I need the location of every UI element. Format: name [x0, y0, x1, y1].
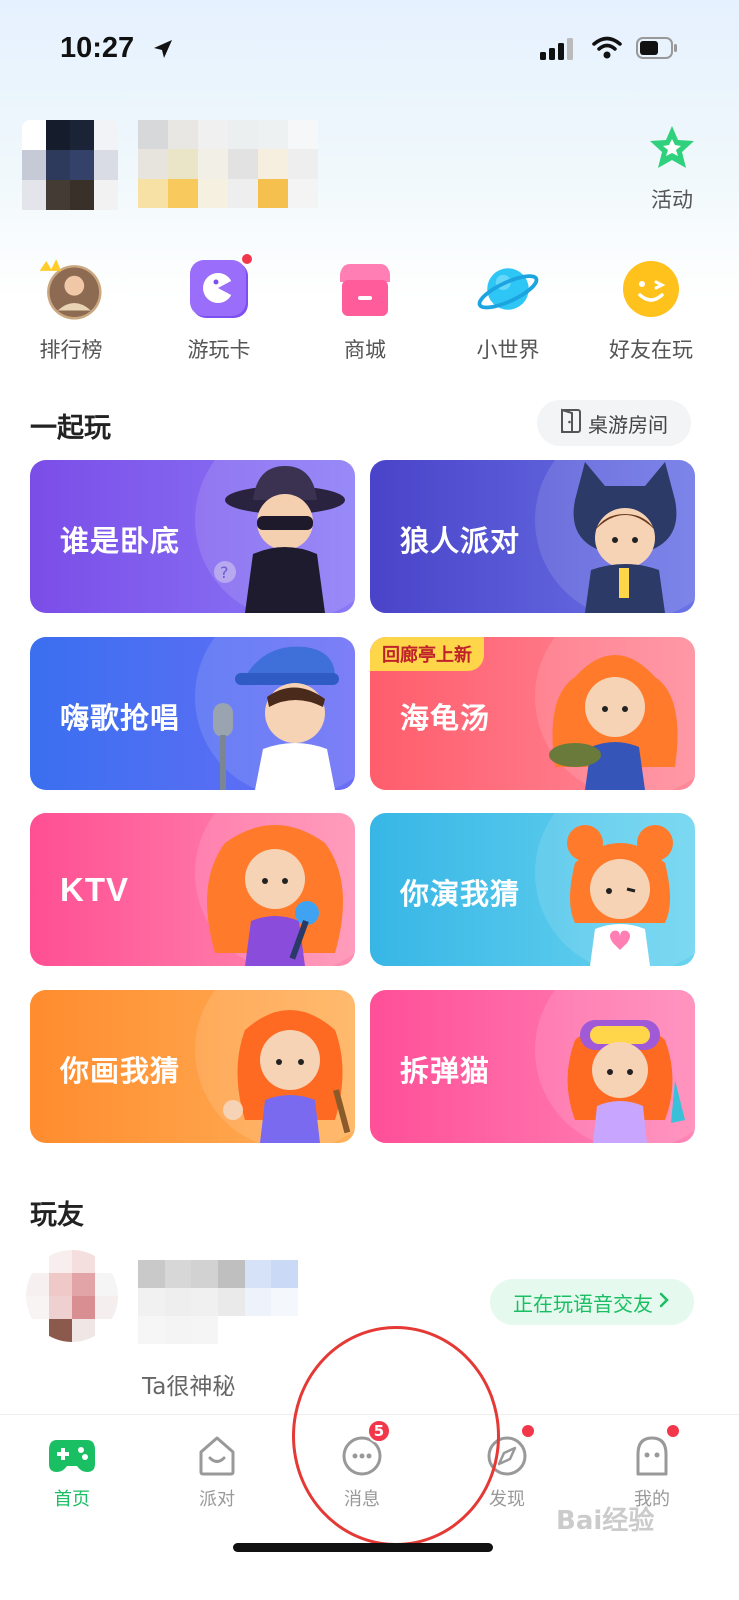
ktv-girl-character-icon	[207, 825, 343, 966]
game-card-label: 你画我猜	[60, 1054, 181, 1088]
notification-dot	[665, 1423, 681, 1439]
friend-avatar[interactable]	[26, 1250, 118, 1342]
star-badge-icon	[647, 126, 697, 176]
quick-entry-label: 好友在玩	[609, 338, 693, 362]
watermark: Bai经验	[556, 1506, 655, 1536]
friend-subtitle: Ta很神秘	[142, 1374, 236, 1400]
werewolf-character-icon	[573, 462, 677, 613]
notification-dot	[240, 252, 254, 266]
game-card-charades[interactable]: 你演我猜	[370, 813, 695, 966]
home-indicator	[233, 1543, 493, 1552]
status-bar: 10:27	[0, 24, 739, 74]
game-card-turtle-soup[interactable]: 回廊亭上新 海龟汤	[370, 637, 695, 790]
section-title-play-together: 一起玩	[30, 413, 111, 444]
game-card-label: 你演我猜	[400, 877, 521, 911]
gamepad-icon	[47, 1433, 97, 1479]
game-card-label: 拆弹猫	[400, 1054, 491, 1088]
activity-entry[interactable]: 活动	[640, 124, 704, 214]
section-title-friends: 玩友	[30, 1200, 84, 1231]
game-card-label: 狼人派对	[400, 524, 521, 558]
door-icon	[560, 408, 582, 439]
planet-icon	[475, 256, 541, 322]
board-game-room-label: 桌游房间	[588, 412, 668, 437]
painter-girl-character-icon	[223, 1010, 351, 1143]
charades-girl-character-icon	[567, 825, 673, 966]
new-tag: 回廊亭上新	[370, 637, 484, 671]
now-playing-label: 正在玩语音交友	[513, 1291, 653, 1316]
game-card-label: 谁是卧底	[60, 524, 181, 558]
game-card-ktv[interactable]: KTV	[30, 813, 355, 966]
activity-label: 活动	[651, 188, 693, 212]
notification-dot	[520, 1423, 536, 1439]
quick-entry-play-card[interactable]: 游玩卡	[164, 252, 274, 364]
spy-character-icon: ?	[214, 466, 345, 613]
status-time: 10:27	[60, 32, 135, 64]
annotation-circle	[292, 1326, 500, 1546]
game-card-sing-battle[interactable]: 嗨歌抢唱	[30, 637, 355, 790]
store-icon	[332, 256, 398, 322]
user-avatar[interactable]	[22, 120, 118, 210]
ranking-avatar-icon	[38, 256, 104, 322]
quick-entry-label: 排行榜	[39, 338, 103, 362]
game-card-draw-guess[interactable]: 你画我猜	[30, 990, 355, 1143]
game-card-undercover[interactable]: 谁是卧底 ?	[30, 460, 355, 613]
game-card-label: 海龟汤	[400, 701, 491, 735]
quick-entry-ranking[interactable]: 排行榜	[16, 256, 126, 364]
tab-party[interactable]: 派对	[167, 1433, 267, 1511]
play-card-icon	[186, 252, 254, 322]
battery-icon	[636, 36, 678, 64]
chevron-right-icon	[657, 1290, 671, 1314]
game-card-bomb-cat[interactable]: 拆弹猫	[370, 990, 695, 1143]
quick-entry-label: 商城	[344, 338, 386, 362]
svg-text:?: ?	[220, 563, 229, 582]
quick-entries: 排行榜 游玩卡 商城 小世界 好友在玩	[0, 252, 739, 366]
party-house-icon	[192, 1433, 242, 1479]
quick-entry-label: 游玩卡	[187, 338, 251, 362]
game-card-werewolf[interactable]: 狼人派对	[370, 460, 695, 613]
singer-boy-character-icon	[213, 646, 339, 790]
wifi-icon	[592, 36, 622, 64]
location-arrow-icon	[151, 37, 175, 65]
quick-entry-label: 小世界	[476, 338, 540, 362]
tab-label: 派对	[199, 1489, 235, 1510]
user-name-blurred	[138, 120, 318, 208]
tab-label: 首页	[54, 1489, 90, 1510]
quick-entry-store[interactable]: 商城	[310, 256, 420, 364]
quick-entry-friends-playing[interactable]: 好友在玩	[596, 256, 706, 364]
game-card-label: KTV	[60, 871, 129, 908]
friends-playing-icon	[618, 256, 684, 322]
profile-face-icon	[627, 1423, 681, 1479]
turtle-soup-girl-character-icon	[549, 655, 678, 790]
tab-home[interactable]: 首页	[22, 1433, 122, 1511]
board-game-room-button[interactable]: 桌游房间	[537, 400, 691, 446]
now-playing-button[interactable]: 正在玩语音交友	[490, 1279, 694, 1325]
quick-entry-small-world[interactable]: 小世界	[453, 256, 563, 364]
game-card-label: 嗨歌抢唱	[60, 701, 181, 735]
cellular-signal-icon	[540, 38, 574, 64]
bomb-cat-girl-character-icon	[567, 1020, 685, 1143]
friend-name-blurred	[138, 1260, 298, 1344]
